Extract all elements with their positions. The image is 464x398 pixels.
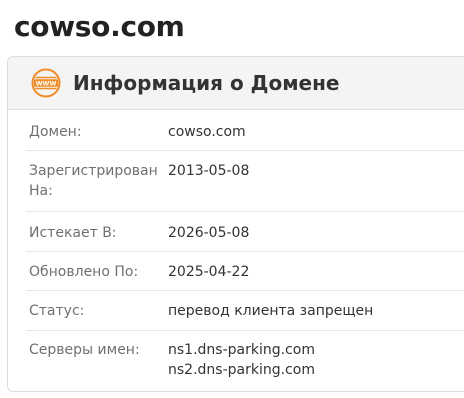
nameserver-1: ns1.dns-parking.com — [168, 342, 315, 358]
row-label: Зарегистрирован На: — [29, 163, 158, 199]
domain-info-card: WWW Информация о Домене Домен: cowso.com… — [7, 56, 464, 392]
row-value: перевод клиента запрещен — [168, 303, 374, 319]
row-value: 2026-05-08 — [168, 225, 250, 241]
svg-text:WWW: WWW — [36, 80, 57, 87]
row-label: Истекает В: — [29, 225, 117, 241]
row-label: Статус: — [29, 303, 85, 319]
row-divider — [26, 150, 464, 151]
row-value: ns1.dns-parking.com ns2.dns-parking.com — [168, 340, 464, 380]
row-value: cowso.com — [168, 124, 246, 140]
row-divider — [26, 290, 464, 291]
card-header: WWW Информация о Домене — [8, 57, 464, 110]
row-label: Обновлено По: — [29, 264, 139, 280]
row-divider — [26, 211, 464, 212]
row-label: Домен: — [29, 124, 82, 140]
row-value: 2013-05-08 — [168, 163, 250, 179]
page-title: cowso.com — [14, 10, 185, 43]
row-label: Серверы имен: — [29, 342, 140, 358]
row-divider — [26, 251, 464, 252]
www-globe-icon: WWW — [31, 68, 61, 98]
card-title: Информация о Домене — [73, 71, 340, 95]
nameserver-2: ns2.dns-parking.com — [168, 362, 315, 378]
row-value: 2025-04-22 — [168, 264, 250, 280]
row-divider — [26, 330, 464, 331]
